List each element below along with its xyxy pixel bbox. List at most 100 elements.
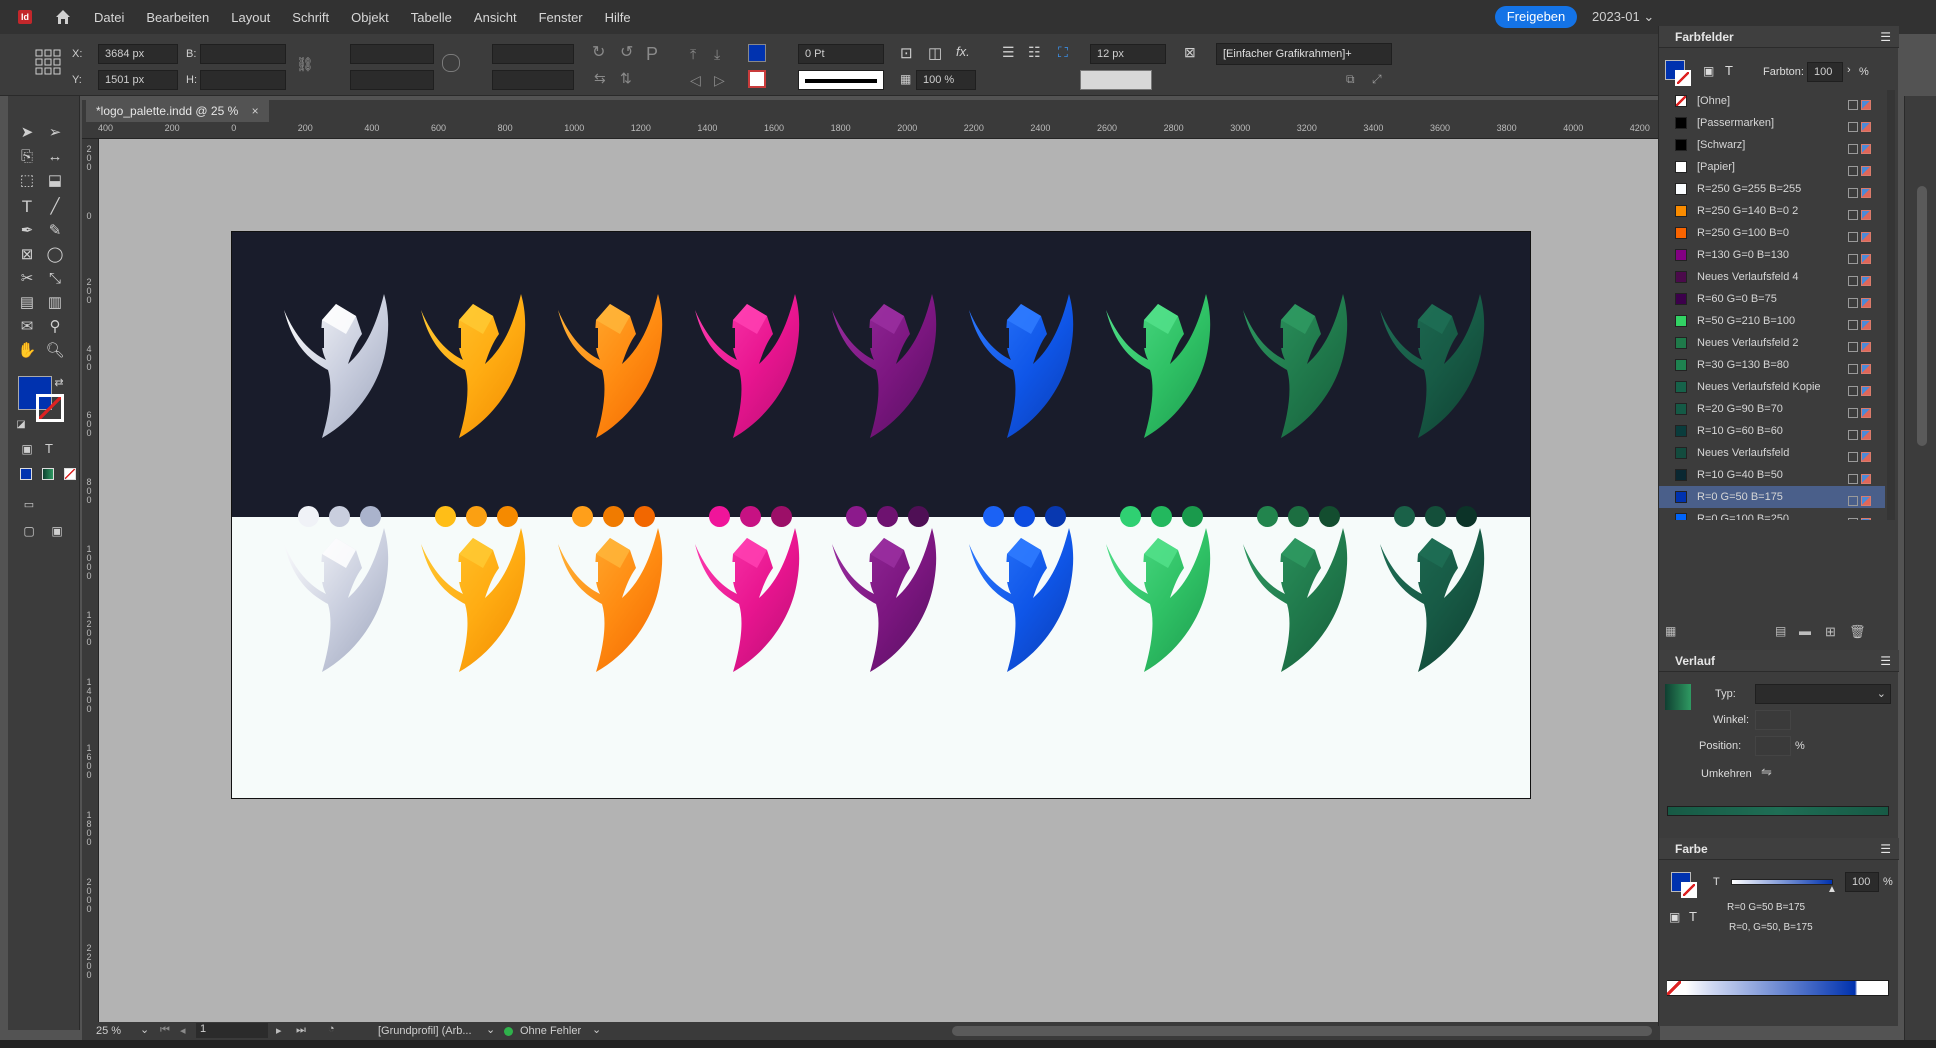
palette-dot[interactable] bbox=[709, 506, 730, 527]
select-next-icon[interactable]: ▷ bbox=[714, 72, 725, 89]
formatting-text-icon[interactable]: T bbox=[38, 438, 60, 460]
logo-figure-dark[interactable] bbox=[687, 290, 807, 440]
swatch-item[interactable]: [Ohne] bbox=[1659, 90, 1885, 112]
default-colors-icon[interactable]: ◪ bbox=[10, 414, 32, 436]
palette-dot[interactable] bbox=[877, 506, 898, 527]
gradient-preview-swatch[interactable] bbox=[1665, 684, 1691, 710]
color-ramp[interactable] bbox=[1667, 980, 1889, 996]
text-wrap-none-icon[interactable]: ☰ bbox=[1002, 44, 1015, 61]
palette-dot[interactable] bbox=[1425, 506, 1446, 527]
show-swatch-kinds-icon[interactable]: ▦ bbox=[1665, 624, 1676, 638]
preview-view-icon[interactable]: ▣ bbox=[46, 520, 68, 542]
palette-dot[interactable] bbox=[572, 506, 593, 527]
formatting-container-icon[interactable]: ▣ bbox=[16, 438, 38, 460]
color-stroke-box[interactable] bbox=[1681, 882, 1697, 898]
fitting-icon[interactable]: ⊠ bbox=[1184, 44, 1196, 61]
gap-tool-icon[interactable]: ↔ bbox=[44, 146, 66, 168]
logo-figure-dark[interactable] bbox=[1235, 290, 1355, 440]
palette-dot[interactable] bbox=[360, 506, 381, 527]
menu-edit[interactable]: Bearbeiten bbox=[146, 10, 209, 25]
select-previous-icon[interactable]: ◁ bbox=[690, 72, 701, 89]
horizontal-ruler[interactable]: 400 200 0 200 400 600 800 1000 1200 1400 1600 1800 2… bbox=[82, 122, 1660, 139]
flip-horizontal-icon[interactable]: ⇆ bbox=[594, 70, 606, 87]
swatch-item[interactable]: R=130 G=0 B=130 bbox=[1659, 244, 1885, 266]
ellipse-tool-icon[interactable]: ◯ bbox=[44, 244, 66, 266]
stroke-color-box[interactable] bbox=[36, 394, 64, 422]
chevron-down-icon[interactable]: ⌄ bbox=[140, 1023, 149, 1036]
hand-tool-icon[interactable]: ✋ bbox=[16, 340, 38, 362]
rotate-cw-icon[interactable]: ↻ bbox=[592, 42, 605, 62]
last-page-icon[interactable]: ⏭ bbox=[296, 1024, 306, 1037]
color-tint-slider[interactable] bbox=[1731, 879, 1833, 885]
palette-dot[interactable] bbox=[1319, 506, 1340, 527]
color-panel-header[interactable]: Farbe ☰ bbox=[1659, 838, 1899, 860]
chevron-down-icon[interactable]: ⌄ bbox=[592, 1023, 601, 1036]
logo-figure-light[interactable] bbox=[276, 524, 396, 674]
swatch-item[interactable]: [Schwarz] bbox=[1659, 134, 1885, 156]
direct-selection-tool-icon[interactable]: ➢ bbox=[44, 122, 66, 144]
fill-swatch[interactable] bbox=[748, 44, 766, 62]
swatch-item[interactable]: [Passermarken] bbox=[1659, 112, 1885, 134]
type-tool-icon[interactable]: T bbox=[16, 196, 38, 218]
logo-figure-dark[interactable] bbox=[1098, 290, 1218, 440]
pen-tool-icon[interactable]: ✒ bbox=[16, 220, 38, 242]
text-frame-options-icon[interactable]: ⊡ bbox=[900, 44, 913, 62]
zoom-level[interactable]: 25 % bbox=[96, 1025, 121, 1037]
stroke-weight-field[interactable]: 0 Pt bbox=[798, 44, 884, 64]
constrain-scale-icon[interactable] bbox=[442, 54, 460, 72]
palette-dot[interactable] bbox=[1182, 506, 1203, 527]
gradient-ramp[interactable] bbox=[1667, 806, 1889, 816]
logo-figure-light[interactable] bbox=[1235, 524, 1355, 674]
swatch-item[interactable]: R=20 G=90 B=70 bbox=[1659, 398, 1885, 420]
palette-dot[interactable] bbox=[771, 506, 792, 527]
palette-dot[interactable] bbox=[1257, 506, 1278, 527]
color-tint-field[interactable]: 100 bbox=[1845, 872, 1879, 892]
vertical-scrollbar[interactable] bbox=[1917, 186, 1927, 446]
swatch-item[interactable]: R=250 G=140 B=0 2 bbox=[1659, 200, 1885, 222]
scissors-tool-icon[interactable]: ✂ bbox=[16, 268, 38, 290]
rotate-ccw-icon[interactable]: ↺ bbox=[620, 42, 633, 62]
menu-layout[interactable]: Layout bbox=[231, 10, 270, 25]
menu-type[interactable]: Schrift bbox=[292, 10, 329, 25]
first-page-icon[interactable]: ⏮ bbox=[160, 1024, 170, 1037]
new-color-group-icon[interactable]: ▬ bbox=[1799, 624, 1811, 638]
object-style-select[interactable]: [Einfacher Grafikrahmen]+ bbox=[1216, 43, 1392, 65]
swatch-item[interactable]: R=60 G=0 B=75 bbox=[1659, 288, 1885, 310]
palette-dot[interactable] bbox=[603, 506, 624, 527]
palette-dot[interactable] bbox=[1151, 506, 1172, 527]
palette-dot[interactable] bbox=[435, 506, 456, 527]
chevron-down-icon[interactable]: ⌄ bbox=[486, 1023, 495, 1036]
y-position-field[interactable]: 1501 px bbox=[98, 70, 178, 90]
logo-figure-light[interactable] bbox=[961, 524, 1081, 674]
panel-menu-icon[interactable]: ☰ bbox=[1880, 26, 1891, 48]
scale-y-field[interactable] bbox=[350, 70, 434, 90]
next-page-icon[interactable]: ▸ bbox=[276, 1024, 282, 1037]
logo-figure-light[interactable] bbox=[824, 524, 944, 674]
screen-mode-icon[interactable]: ▭ bbox=[18, 494, 40, 516]
gradient-type-select[interactable]: ⌄ bbox=[1755, 684, 1891, 704]
height-field[interactable] bbox=[200, 70, 286, 90]
palette-dot[interactable] bbox=[846, 506, 867, 527]
line-tool-icon[interactable]: ╱ bbox=[44, 196, 66, 218]
effects-icon[interactable]: fx. bbox=[956, 44, 970, 59]
gradient-panel-header[interactable]: Verlauf ☰ bbox=[1659, 650, 1899, 672]
formatting-container-icon[interactable]: ▣ bbox=[1703, 64, 1714, 78]
content-placer-icon[interactable]: ⬓ bbox=[44, 170, 66, 192]
shadow-icon[interactable]: ◫ bbox=[928, 44, 942, 62]
swatch-item[interactable]: R=250 G=100 B=0 bbox=[1659, 222, 1885, 244]
x-position-field[interactable]: 3684 px bbox=[98, 44, 178, 64]
select-container-icon[interactable]: ⤒ bbox=[690, 46, 696, 63]
swatch-item[interactable]: R=0 G=50 B=175 bbox=[1659, 486, 1885, 508]
apply-gradient-icon[interactable] bbox=[42, 468, 54, 480]
palette-dot[interactable] bbox=[634, 506, 655, 527]
swatch-item[interactable]: Neues Verlaufsfeld Kopie bbox=[1659, 376, 1885, 398]
logo-figure-dark[interactable] bbox=[276, 290, 396, 440]
auto-fit-icon[interactable]: ⧉ bbox=[1346, 72, 1355, 87]
logo-figure-dark[interactable] bbox=[824, 290, 944, 440]
logo-figure-dark[interactable] bbox=[961, 290, 1081, 440]
formatting-container-icon[interactable]: ▣ bbox=[1669, 910, 1680, 924]
path-type-icon[interactable]: P bbox=[646, 44, 658, 65]
logo-figure-light[interactable] bbox=[550, 524, 670, 674]
constrain-proportions-icon[interactable]: ⛓ bbox=[296, 56, 314, 73]
palette-dot[interactable] bbox=[740, 506, 761, 527]
